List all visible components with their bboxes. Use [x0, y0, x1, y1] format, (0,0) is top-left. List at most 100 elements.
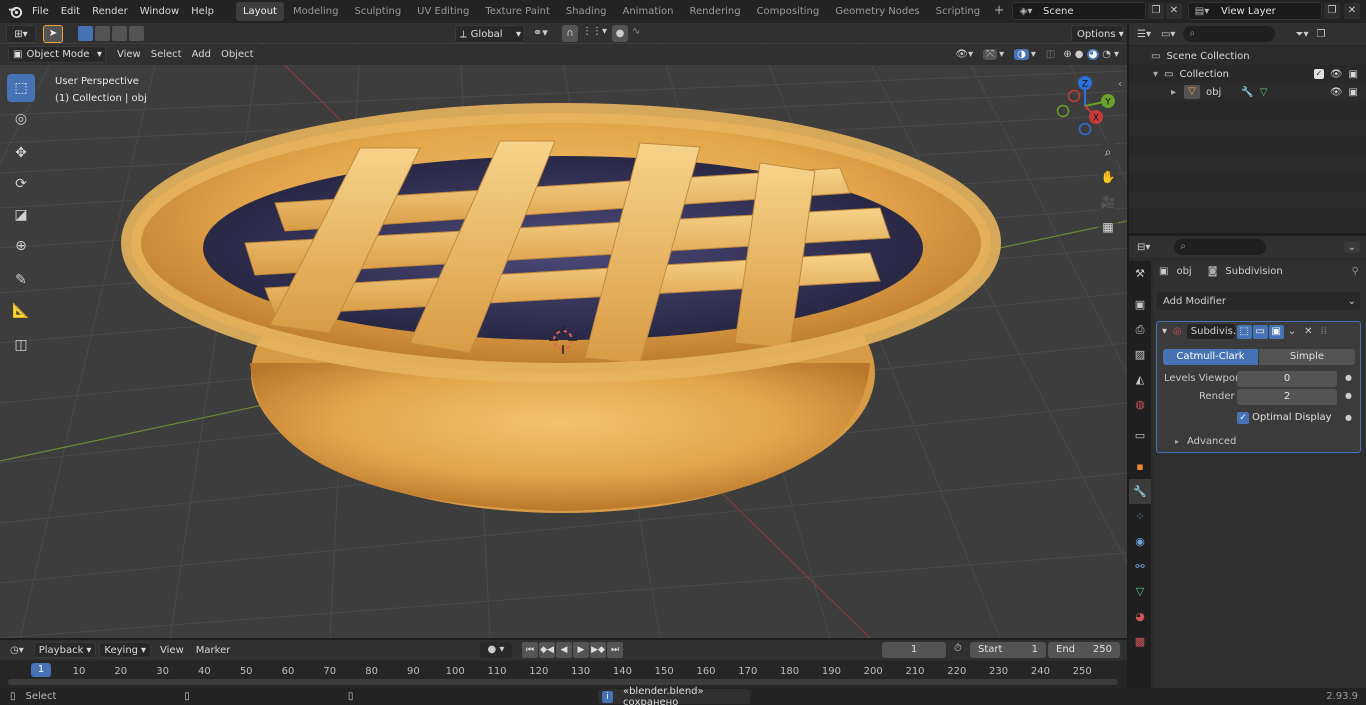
add-cube-icon[interactable]: ◫	[7, 331, 35, 359]
annotate-icon[interactable]: ✎	[7, 266, 35, 294]
catmull-clark-button[interactable]: Catmull-Clark	[1163, 349, 1258, 365]
mesh-data-icon[interactable]: ▽	[1260, 87, 1268, 98]
camera-icon[interactable]: 🎥	[1097, 191, 1119, 213]
end-frame-field[interactable]: End 250	[1048, 642, 1120, 658]
select-box-icon[interactable]: ⬚	[7, 74, 35, 102]
expand-arrow-icon[interactable]: ▸	[1171, 87, 1176, 98]
transform-icon[interactable]: ⊕	[7, 232, 35, 260]
play-reverse-icon[interactable]: ◀	[556, 642, 572, 658]
rotate-icon[interactable]: ⟳	[7, 170, 35, 198]
menu-select[interactable]: Select	[146, 46, 187, 63]
edit-mode-toggle-icon[interactable]: ⬚	[1236, 324, 1252, 339]
menu-edit[interactable]: Edit	[55, 2, 86, 22]
advanced-section-label[interactable]: Advanced	[1187, 436, 1236, 447]
menu-window[interactable]: Window	[134, 2, 185, 22]
tab-modeling[interactable]: Modeling	[286, 2, 346, 21]
outliner-search-input[interactable]: ⌕	[1183, 26, 1276, 42]
levels-viewport-field[interactable]: 0	[1237, 371, 1337, 387]
start-frame-field[interactable]: Start 1	[970, 642, 1046, 658]
gizmo-toggle-icon[interactable]: ⤧	[983, 49, 998, 60]
scene-selector[interactable]: ◈▾ Scene	[1012, 2, 1146, 20]
tab-compositing[interactable]: Compositing	[750, 2, 827, 21]
object-tab-icon[interactable]: ▪	[1129, 454, 1151, 479]
object-row[interactable]: ▸ ▽ obj 🔧 ▽ 👁 ▣	[1129, 83, 1366, 101]
modifier-tab-icon[interactable]: 🔧	[1129, 479, 1151, 504]
chevron-down-icon[interactable]: ⌄	[1288, 326, 1296, 337]
eye-icon[interactable]: 👁	[1330, 69, 1343, 80]
timeline-editor-icon[interactable]: ◷▾	[10, 645, 24, 656]
keying-menu[interactable]: Keying ▾	[99, 642, 152, 658]
outliner-editor-icon[interactable]: ☰▾	[1137, 29, 1151, 40]
tool-tab-icon[interactable]: ⚒	[1129, 261, 1151, 286]
play-icon[interactable]: ▶	[573, 642, 589, 658]
drag-handle-icon[interactable]: ⁞⁞	[1321, 326, 1327, 337]
tab-scripting[interactable]: Scripting	[929, 2, 987, 21]
select-new-icon[interactable]	[78, 26, 93, 41]
prev-keyframe-icon[interactable]: ◆◀	[539, 642, 555, 658]
shading-wireframe-icon[interactable]: ⊕	[1063, 49, 1071, 60]
timeline-scrollbar[interactable]	[8, 679, 1118, 685]
chevron-down-icon[interactable]: ▾	[999, 49, 1004, 60]
render-tab-icon[interactable]: ▣	[1129, 292, 1151, 317]
overlay-toggle-icon[interactable]: ◑	[1014, 49, 1029, 60]
options-dropdown[interactable]: Options ▾	[1071, 25, 1124, 43]
new-scene-icon[interactable]: ❐	[1148, 3, 1164, 19]
chevron-down-icon[interactable]: ⌄	[1343, 241, 1360, 253]
select-subtract-icon[interactable]	[112, 26, 127, 41]
render-camera-icon[interactable]: ▣	[1349, 69, 1358, 80]
world-tab-icon[interactable]: ◍	[1129, 392, 1151, 417]
render-camera-icon[interactable]: ▣	[1349, 87, 1358, 98]
scene-collection-row[interactable]: ▭ Scene Collection	[1129, 47, 1366, 65]
simple-button[interactable]: Simple	[1259, 349, 1355, 365]
shading-rendered-icon[interactable]: ◔	[1102, 49, 1111, 60]
keyframe-dot-icon[interactable]: ●	[1345, 413, 1352, 422]
visibility-icon[interactable]: 👁▾	[955, 49, 973, 60]
current-frame-field[interactable]: 1	[882, 642, 946, 658]
menu-file[interactable]: File	[26, 2, 55, 22]
scale-icon[interactable]: ◪	[7, 201, 35, 229]
menu-help[interactable]: Help	[185, 2, 220, 22]
physics-tab-icon[interactable]: ◉	[1129, 529, 1151, 554]
menu-view[interactable]: View	[112, 46, 146, 63]
properties-search-input[interactable]: ⌕	[1174, 239, 1267, 255]
remove-scene-icon[interactable]: ✕	[1166, 3, 1182, 19]
pin-icon[interactable]: ⚲	[1352, 266, 1359, 277]
add-workspace-button[interactable]: +	[991, 3, 1007, 20]
cursor-icon[interactable]: ◎	[7, 105, 35, 133]
transform-orientation-dropdown[interactable]: ⟂ Global ▾	[455, 25, 525, 43]
constraints-tab-icon[interactable]: ⚯	[1129, 554, 1151, 579]
playhead-marker[interactable]: 1	[31, 663, 51, 677]
keyframe-dot-icon[interactable]: ●	[1345, 391, 1352, 400]
blender-logo-icon[interactable]	[4, 1, 26, 23]
render-toggle-icon[interactable]: ▣	[1268, 324, 1284, 339]
object-mode-dropdown[interactable]: ▣ Object Mode ▾	[8, 46, 106, 63]
next-keyframe-icon[interactable]: ▶◆	[590, 642, 606, 658]
collection-row[interactable]: ▾ ▭ Collection ✓ 👁 ▣	[1129, 65, 1366, 83]
collapse-arrow-icon[interactable]: ▾	[1162, 326, 1167, 337]
proportional-edit-icon[interactable]: ●	[612, 25, 628, 42]
grid-view-icon[interactable]: ▦	[1097, 216, 1119, 238]
snap-target-icon[interactable]: ⋮⋮▾	[582, 26, 607, 37]
tab-texture-paint[interactable]: Texture Paint	[478, 2, 557, 21]
jump-end-icon[interactable]: ⏭	[607, 642, 623, 658]
move-icon[interactable]: ✥	[7, 139, 35, 167]
filter-icon[interactable]: ⏷▾	[1295, 29, 1308, 40]
shading-solid-icon[interactable]: ●	[1075, 49, 1084, 60]
exclude-checkbox[interactable]: ✓	[1313, 69, 1324, 79]
modifier-wrench-icon[interactable]: 🔧	[1241, 87, 1253, 98]
stopwatch-icon[interactable]: ⏱	[954, 643, 962, 654]
tab-sculpting[interactable]: Sculpting	[347, 2, 408, 21]
data-tab-icon[interactable]: ▽	[1129, 579, 1151, 604]
menu-add[interactable]: Add	[187, 46, 216, 63]
tab-uv-editing[interactable]: UV Editing	[410, 2, 476, 21]
pan-hand-icon[interactable]: ✋	[1097, 166, 1119, 188]
add-modifier-dropdown[interactable]: Add Modifier ⌄	[1157, 292, 1360, 310]
chevron-down-icon[interactable]: ▾	[1031, 49, 1036, 60]
measure-icon[interactable]: 📐	[7, 297, 35, 325]
shading-material-icon[interactable]: ◕	[1086, 49, 1100, 60]
menu-object[interactable]: Object	[216, 46, 259, 63]
tab-animation[interactable]: Animation	[616, 2, 681, 21]
tab-layout[interactable]: Layout	[235, 2, 284, 21]
snap-icon[interactable]: ∩	[562, 25, 578, 42]
material-tab-icon[interactable]: ◕	[1129, 604, 1151, 629]
